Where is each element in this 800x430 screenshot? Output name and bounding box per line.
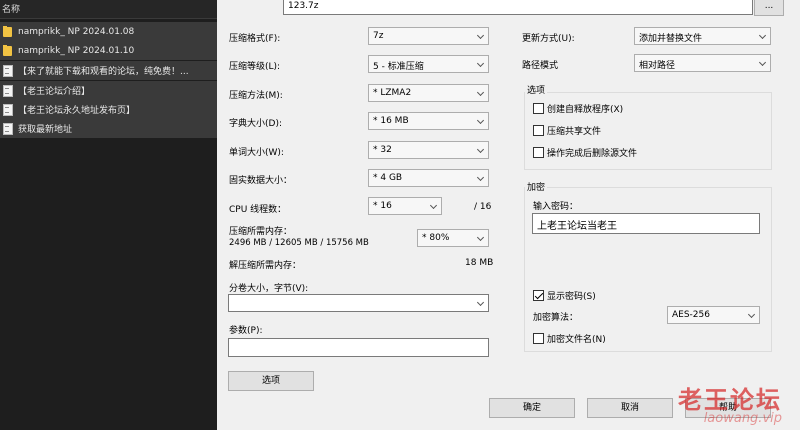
solid-block-select[interactable]: * 4 GB — [368, 169, 489, 187]
volume-size-label: 分卷大小，字节(V): — [229, 284, 309, 294]
chevron-down-icon — [476, 298, 485, 307]
chevron-down-icon — [476, 145, 485, 154]
method-label: 压缩方法(M): — [229, 91, 283, 101]
show-password-checkbox[interactable]: 显示密码(S) — [533, 289, 596, 302]
word-size-value: * 32 — [373, 145, 392, 155]
dictionary-value: * 16 MB — [373, 116, 409, 126]
checkbox-checked — [533, 290, 544, 301]
solid-block-label: 固实数据大小： — [229, 176, 293, 186]
create-sfx-checkbox[interactable]: 创建自释放程序(X) — [533, 102, 623, 115]
encrypt-names-checkbox[interactable]: 加密文件名(N) — [533, 332, 606, 345]
path-mode-value: 相对路径 — [639, 61, 676, 71]
password-label: 输入密码： — [533, 202, 579, 212]
decompress-memory-value: 18 MB — [465, 258, 494, 268]
method-select[interactable]: * LZMA2 — [368, 84, 489, 102]
create-sfx-label: 创建自释放程序(X) — [547, 105, 624, 115]
cpu-threads-select[interactable]: * 16 — [368, 197, 442, 215]
document-icon — [2, 122, 13, 135]
file-list-item[interactable]: 【老王论坛介绍】 — [0, 81, 217, 100]
file-name: 【老王论坛介绍】 — [18, 87, 91, 97]
solid-block-value: * 4 GB — [373, 173, 403, 183]
encryption-method-select[interactable]: AES-256 — [667, 306, 760, 324]
file-list-item[interactable]: 获取最新地址 — [0, 119, 217, 138]
options-group-title: 选项 — [525, 83, 548, 96]
word-size-select[interactable]: * 32 — [368, 141, 489, 159]
chevron-down-icon — [476, 173, 485, 182]
ok-button[interactable]: 确定 — [489, 398, 575, 418]
parameters-label: 参数(P): — [229, 326, 263, 336]
document-icon — [2, 84, 13, 97]
encryption-method-label: 加密算法： — [533, 313, 579, 323]
memory-usage-detail: 2496 MB / 12605 MB / 15756 MB — [229, 238, 369, 248]
method-value: * LZMA2 — [373, 88, 412, 98]
parameters-input[interactable] — [228, 338, 489, 357]
folder-icon — [2, 44, 13, 57]
chevron-down-icon — [476, 59, 485, 68]
volume-size-select[interactable] — [228, 294, 489, 312]
cpu-threads-value: * 16 — [373, 201, 392, 211]
encryption-method-value: AES-256 — [672, 310, 710, 320]
level-value: 5 - 标准压缩 — [373, 62, 424, 72]
chevron-down-icon — [747, 310, 756, 319]
file-name: namprikk_ NP 2024.01.08 — [18, 26, 135, 37]
file-list-item[interactable]: 【来了就能下载和观看的论坛，纯免费！... — [0, 61, 217, 80]
document-icon — [2, 103, 13, 116]
checkbox-box — [533, 333, 544, 344]
encryption-group-title: 加密 — [525, 180, 548, 193]
chevron-down-icon — [429, 201, 438, 210]
file-name: 获取最新地址 — [18, 125, 73, 135]
chevron-down-icon — [476, 31, 485, 40]
chevron-down-icon — [758, 58, 767, 67]
checkbox-box — [533, 103, 544, 114]
delete-after-label: 操作完成后删除源文件 — [547, 149, 638, 159]
update-mode-select[interactable]: 添加并替换文件 — [634, 27, 771, 45]
chevron-down-icon — [476, 116, 485, 125]
password-input[interactable]: 上老王论坛当老王 — [532, 213, 760, 234]
file-list-item[interactable]: namprikk_ NP 2024.01.10 — [0, 41, 217, 60]
file-list-pane: 名称 namprikk_ NP 2024.01.08 namprikk_ NP … — [0, 0, 217, 430]
cpu-threads-label: CPU 线程数： — [229, 205, 287, 215]
browse-button[interactable]: ... — [754, 0, 784, 16]
update-mode-value: 添加并替换文件 — [639, 34, 703, 44]
show-password-label: 显示密码(S) — [547, 292, 596, 302]
format-value: 7z — [373, 31, 384, 41]
compress-shared-checkbox[interactable]: 压缩共享文件 — [533, 124, 601, 137]
memory-usage-value: * 80% — [422, 233, 450, 243]
delete-after-checkbox[interactable]: 操作完成后删除源文件 — [533, 146, 637, 159]
add-to-archive-dialog: 123.7z ... 压缩格式(F): 7z 压缩等级(L): 5 - 标准压缩… — [217, 0, 800, 430]
encrypt-names-label: 加密文件名(N) — [547, 335, 606, 345]
level-select[interactable]: 5 - 标准压缩 — [368, 55, 489, 73]
folder-icon — [2, 25, 13, 38]
options-button[interactable]: 选项 — [228, 371, 314, 391]
column-header-name[interactable]: 名称 — [0, 0, 217, 19]
checkbox-box — [533, 125, 544, 136]
memory-usage-select[interactable]: * 80% — [417, 229, 489, 247]
cpu-threads-total: / 16 — [474, 202, 492, 212]
format-select[interactable]: 7z — [368, 27, 489, 45]
file-name: 【老王论坛永久地址发布页】 — [18, 106, 136, 116]
level-label: 压缩等级(L): — [229, 62, 281, 72]
checkbox-box — [533, 147, 544, 158]
decompress-memory-label: 解压缩所需内存： — [229, 261, 302, 271]
file-name: 【来了就能下载和观看的论坛，纯免费！... — [18, 67, 189, 77]
file-list-item[interactable]: 【老王论坛永久地址发布页】 — [0, 100, 217, 119]
document-icon — [2, 64, 13, 77]
word-size-label: 单词大小(W): — [229, 148, 284, 158]
dictionary-label: 字典大小(D): — [229, 119, 282, 129]
compress-shared-label: 压缩共享文件 — [547, 127, 602, 137]
dictionary-select[interactable]: * 16 MB — [368, 112, 489, 130]
file-list-item[interactable]: namprikk_ NP 2024.01.08 — [0, 22, 217, 41]
help-button[interactable]: 帮助 — [685, 398, 771, 418]
format-label: 压缩格式(F): — [229, 34, 281, 44]
chevron-down-icon — [758, 31, 767, 40]
archive-name-input[interactable]: 123.7z — [283, 0, 753, 15]
path-mode-select[interactable]: 相对路径 — [634, 54, 771, 72]
update-mode-label: 更新方式(U): — [522, 34, 575, 44]
memory-usage-label: 压缩所需内存： — [229, 227, 293, 237]
path-mode-label: 路径模式 — [522, 61, 559, 71]
file-name: namprikk_ NP 2024.01.10 — [18, 45, 135, 56]
chevron-down-icon — [476, 88, 485, 97]
cancel-button[interactable]: 取消 — [587, 398, 673, 418]
chevron-down-icon — [476, 233, 485, 242]
